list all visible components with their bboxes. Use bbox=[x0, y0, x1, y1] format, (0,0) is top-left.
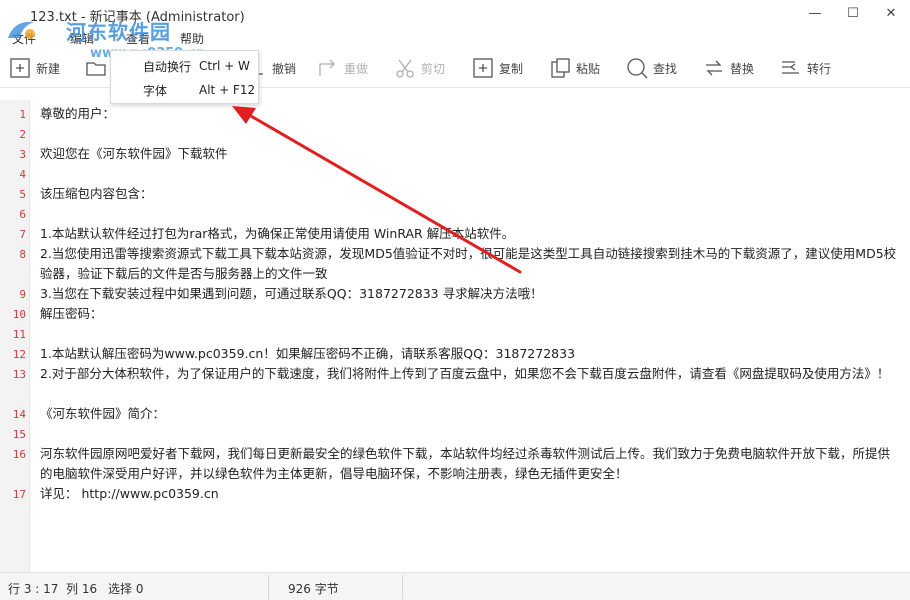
line-number: 8 bbox=[19, 248, 26, 261]
replace-label: 替换 bbox=[730, 61, 755, 76]
find-label: 查找 bbox=[653, 61, 678, 76]
text-line: 1.本站默认解压密码为www.pc0359.cn！如果解压密码不正确，请联系客服… bbox=[40, 346, 576, 361]
goto-label: 转行 bbox=[807, 61, 832, 76]
close-button[interactable]: ✕ bbox=[872, 0, 910, 26]
line-number: 14 bbox=[12, 408, 26, 421]
find-button[interactable]: 查找 bbox=[625, 54, 677, 82]
replace-button[interactable]: 替换 bbox=[702, 54, 754, 82]
line-number: 9 bbox=[19, 288, 26, 301]
text-line: 解压密码： bbox=[40, 306, 103, 321]
line-number: 13 bbox=[12, 368, 26, 381]
line-number: 15 bbox=[12, 428, 26, 441]
status-column: 列 16 bbox=[66, 582, 98, 596]
cut-label: 剪切 bbox=[421, 61, 446, 76]
minimize-icon: — bbox=[808, 5, 822, 21]
text-line: 1.本站默认软件经过打包为rar格式，为确保正常使用请使用 WinRAR 解压本… bbox=[40, 226, 515, 241]
text-line: 《河东软件园》简介： bbox=[40, 406, 166, 421]
new-file-icon bbox=[10, 58, 30, 78]
word-wrap-shortcut: Ctrl + W bbox=[199, 59, 250, 73]
watermark-logo-icon bbox=[8, 21, 35, 39]
status-bytes: 926 字节 bbox=[288, 582, 339, 596]
line-number: 5 bbox=[19, 188, 26, 201]
maximize-icon: ☐ bbox=[847, 5, 859, 21]
status-bar: 行 3 : 17 列 16 选择 0 926 字节 bbox=[0, 572, 910, 600]
redo-label: 重做 bbox=[344, 61, 369, 76]
line-number: 17 bbox=[12, 488, 26, 501]
status-selection: 选择 0 bbox=[108, 582, 144, 596]
text-line: 详见： http://www.pc0359.cn bbox=[40, 486, 219, 501]
replace-icon bbox=[706, 60, 722, 76]
goto-line-icon bbox=[782, 61, 799, 74]
line-number: 10 bbox=[12, 308, 26, 321]
line-number: 11 bbox=[12, 328, 26, 341]
paste-icon bbox=[551, 58, 570, 78]
word-wrap-label: 自动换行 bbox=[143, 59, 192, 74]
line-number-gutter: 1 2 3 4 5 6 7 8 9 10 11 12 13 14 15 16 1… bbox=[0, 100, 30, 572]
undo-label: 撤销 bbox=[272, 61, 297, 76]
search-icon bbox=[627, 58, 648, 79]
redo-icon bbox=[319, 59, 335, 76]
paste-button[interactable]: 粘贴 bbox=[548, 54, 600, 82]
status-divider bbox=[402, 575, 403, 599]
copy-label: 复制 bbox=[499, 61, 524, 76]
text-line: 2.对于部分大体积软件，为了保证用户的下载速度，我们将附件上传到了百度云盘中，如… bbox=[40, 366, 890, 381]
window-controls: — ☐ ✕ bbox=[796, 0, 910, 28]
text-editor[interactable]: 1 2 3 4 5 6 7 8 9 10 11 12 13 14 15 16 1… bbox=[0, 100, 910, 572]
status-divider bbox=[268, 575, 269, 599]
status-row: 行 3 : 17 bbox=[8, 582, 59, 596]
redo-button[interactable]: 重做 bbox=[316, 54, 368, 82]
text-line: 尊敬的用户： bbox=[40, 106, 116, 121]
text-line: 河东软件园原网吧爱好者下载网，我们每日更新最安全的绿色软件下载，本站软件均经过杀… bbox=[40, 446, 891, 481]
scissors-icon bbox=[396, 59, 414, 78]
paste-label: 粘贴 bbox=[576, 61, 601, 76]
font-shortcut: Alt + F12 bbox=[199, 83, 256, 97]
text-line: 该压缩包内容包含： bbox=[40, 186, 153, 201]
line-number: 16 bbox=[12, 448, 26, 461]
line-number: 3 bbox=[19, 148, 26, 161]
maximize-button[interactable]: ☐ bbox=[834, 0, 872, 26]
line-number: 1 bbox=[19, 108, 26, 121]
text-line: 2.当您使用迅雷等搜索资源式下载工具下载本站资源，发现MD5值验证不对时，很可能… bbox=[40, 246, 897, 281]
menu-item-word-wrap[interactable]: 自动换行 Ctrl + W bbox=[111, 54, 258, 78]
line-number: 7 bbox=[19, 228, 26, 241]
menu-item-font[interactable]: 字体 Alt + F12 bbox=[111, 78, 258, 102]
cut-button[interactable]: 剪切 bbox=[393, 54, 445, 82]
open-button[interactable] bbox=[84, 54, 108, 82]
font-label: 字体 bbox=[143, 83, 168, 98]
line-number: 4 bbox=[19, 168, 26, 181]
close-icon: ✕ bbox=[885, 5, 897, 21]
text-line: 欢迎您在《河东软件园》下载软件 bbox=[40, 146, 228, 161]
line-number: 6 bbox=[19, 208, 26, 221]
folder-icon bbox=[86, 62, 106, 76]
watermark-text: 河东软件园 bbox=[66, 20, 171, 44]
copy-icon bbox=[473, 58, 493, 78]
goto-button[interactable]: 转行 bbox=[779, 54, 831, 82]
line-number: 2 bbox=[19, 128, 26, 141]
new-label: 新建 bbox=[36, 61, 61, 76]
menu-help[interactable]: 帮助 bbox=[180, 30, 204, 47]
line-number: 12 bbox=[12, 348, 26, 361]
view-dropdown-menu: 自动换行 Ctrl + W 字体 Alt + F12 bbox=[110, 50, 259, 104]
minimize-button[interactable]: — bbox=[796, 0, 834, 26]
new-button[interactable]: 新建 bbox=[8, 54, 60, 82]
text-line: 3.当您在下载安装过程中如果遇到问题，可通过联系QQ：3187272833 寻求… bbox=[40, 286, 543, 301]
copy-button[interactable]: 复制 bbox=[471, 54, 523, 82]
